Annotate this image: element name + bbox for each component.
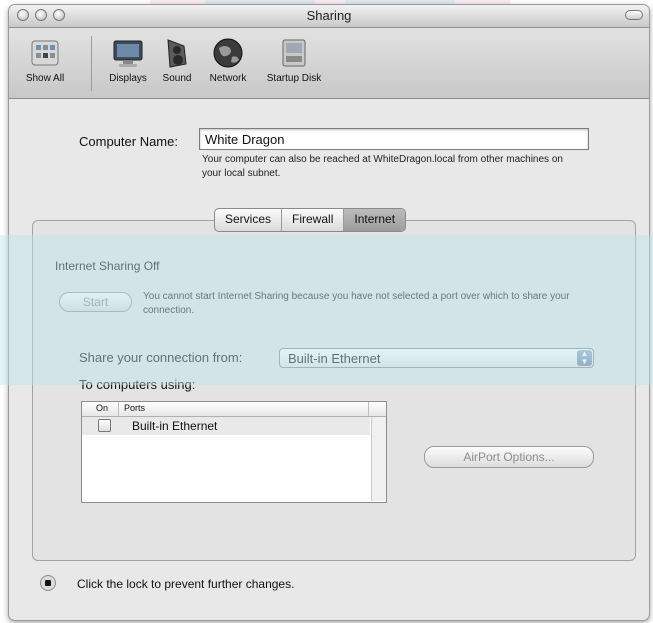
- tab-internet[interactable]: Internet: [344, 209, 406, 231]
- computer-name-label: Computer Name:: [79, 134, 178, 149]
- toolbar-item-displays[interactable]: Displays: [101, 36, 155, 84]
- column-header-on[interactable]: On: [96, 403, 108, 413]
- airport-options-button[interactable]: AirPort Options...: [424, 446, 594, 468]
- tab-firewall[interactable]: Firewall: [282, 209, 345, 231]
- ports-list[interactable]: On Ports Built-in Ethernet: [81, 401, 387, 503]
- toolbar-item-show-all[interactable]: Show All: [15, 36, 75, 84]
- port-name: Built-in Ethernet: [132, 419, 218, 433]
- display-icon: [111, 36, 145, 70]
- toolbar-item-network[interactable]: Network: [203, 36, 253, 84]
- tab-services[interactable]: Services: [215, 209, 283, 231]
- toolbar-separator: [91, 36, 92, 91]
- toolbar-item-sound[interactable]: Sound: [155, 36, 199, 84]
- lock-icon[interactable]: [40, 575, 56, 591]
- lock-message: Click the lock to prevent further change…: [77, 577, 295, 591]
- toolbar-item-label: Sound: [162, 73, 192, 84]
- title-bar: Sharing: [9, 5, 649, 28]
- computer-name-hint: Your computer can also be reached at Whi…: [202, 154, 563, 179]
- window-title: Sharing: [306, 8, 352, 23]
- list-scrollbar[interactable]: [371, 417, 386, 501]
- toolbar-item-startup-disk[interactable]: Startup Disk: [259, 36, 329, 84]
- grid-icon: [28, 36, 62, 70]
- port-on-checkbox[interactable]: [98, 419, 111, 432]
- globe-icon: [211, 36, 245, 70]
- toolbar-item-label: Show All: [25, 73, 65, 84]
- tab-bar: Services Firewall Internet: [214, 208, 407, 232]
- watermark-band: [0, 235, 653, 385]
- toolbar-item-label: Startup Disk: [266, 73, 322, 84]
- list-item[interactable]: Built-in Ethernet: [82, 417, 370, 435]
- toolbar-toggle-button[interactable]: [625, 10, 643, 20]
- list-header: On Ports: [82, 402, 386, 417]
- speaker-icon: [160, 36, 194, 70]
- toolbar: Show All Displays Sound Network Startup …: [9, 28, 649, 99]
- disk-icon: [277, 36, 311, 70]
- toolbar-item-label: Network: [209, 73, 247, 84]
- computer-name-field[interactable]: White Dragon: [199, 128, 589, 150]
- column-header-ports[interactable]: Ports: [124, 403, 145, 413]
- toolbar-item-label: Displays: [109, 73, 147, 84]
